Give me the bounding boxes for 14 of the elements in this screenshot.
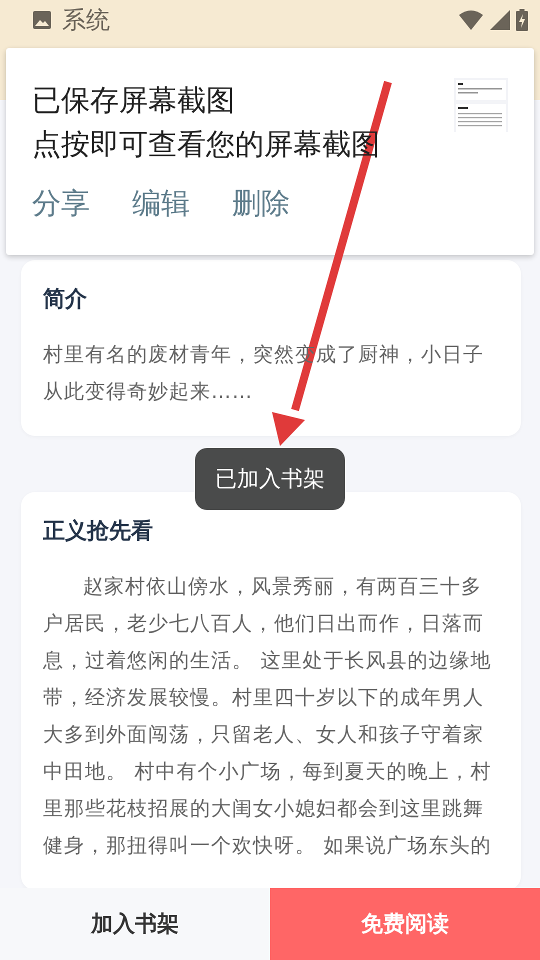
notification-title: 已保存屏幕截图: [32, 82, 235, 119]
notification-action[interactable]: 编辑: [132, 184, 190, 224]
section-text: 赵家村依山傍水，风景秀丽，有两百三十多户居民，老少七八百人，他们日出而作，日落而息，过着悠闲的生活。 这里处于长风县的边缘地带，经济发展较慢。村里四十岁以下的成年男人大多到外面闯荡，只留老人、女人和孩子守着家中田地。 村中有个小广场，每到夏天的晚上，村里那些花枝招展的大闺女小媳妇都会到这里跳舞健身，那扭得叫一个欢快呀。 如果说广场东头的: [43, 573, 492, 859]
image-icon: [32, 10, 52, 30]
toast-message: 已加入书架: [195, 448, 345, 510]
signal-icon: [490, 10, 510, 30]
section-title: 正义抢先看: [43, 518, 153, 546]
read-button[interactable]: 免费阅读: [270, 888, 540, 960]
battery-icon: [516, 9, 528, 31]
notification-action[interactable]: 删除: [232, 184, 290, 224]
app-label: 系统: [62, 5, 110, 36]
section-title: 简介: [43, 286, 87, 314]
notification-action[interactable]: 分享: [32, 184, 90, 224]
wifi-icon: [458, 10, 484, 30]
